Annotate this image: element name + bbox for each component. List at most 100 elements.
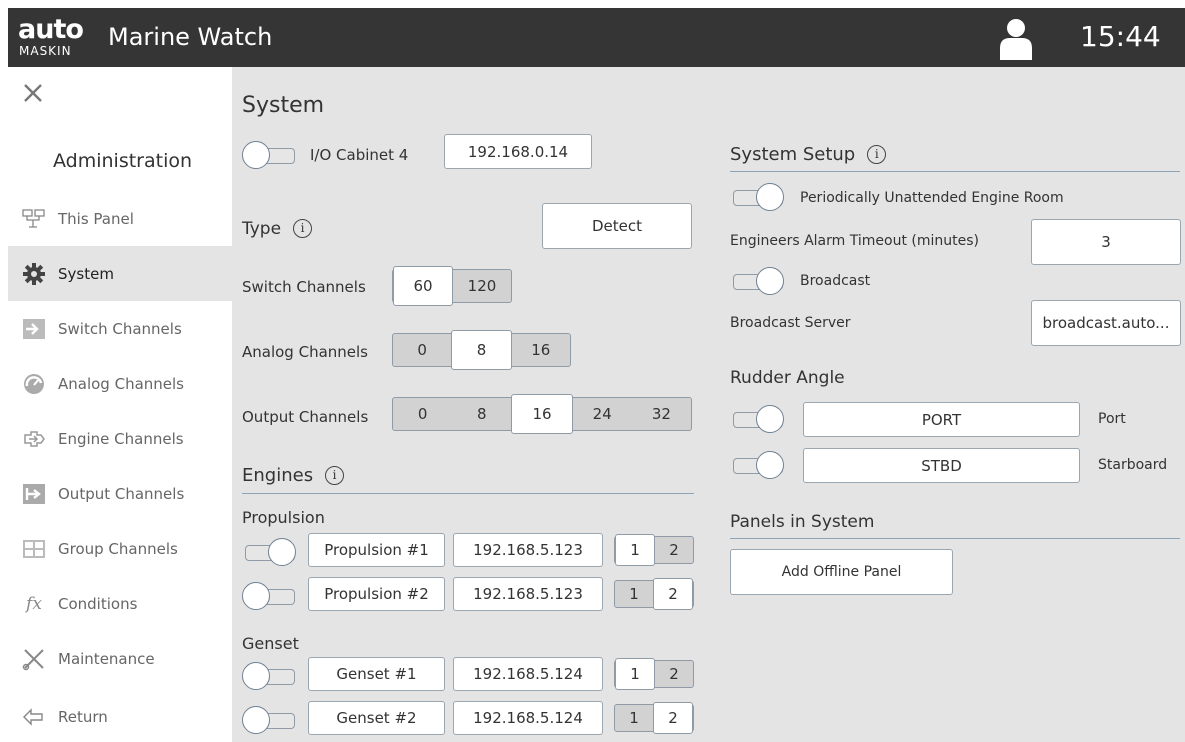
- broadcast-toggle[interactable]: [730, 266, 784, 296]
- output-channels-option[interactable]: 0: [393, 398, 452, 430]
- engine-name-field[interactable]: Genset #2: [308, 701, 445, 735]
- engine-unit-option[interactable]: 2: [655, 537, 693, 563]
- engine-unit-option[interactable]: 1: [615, 581, 653, 607]
- sidebar-item-switch-channels[interactable]: Switch Channels: [8, 301, 232, 356]
- sidebar-item-label: Conditions: [58, 594, 138, 613]
- rudder-stbd-toggle[interactable]: [730, 450, 784, 480]
- logo-subtext: MASKIN: [19, 44, 72, 58]
- engine-unit-selector: 1 2: [614, 578, 694, 610]
- gauge-icon: [22, 372, 46, 396]
- propulsion-2-toggle[interactable]: [242, 581, 296, 611]
- engine-unit-option[interactable]: 1: [615, 658, 655, 690]
- output-channels-option[interactable]: 32: [632, 398, 691, 430]
- cabinet-ip-field[interactable]: 192.168.0.14: [444, 134, 592, 169]
- engine-ip-field[interactable]: 192.168.5.124: [453, 701, 603, 735]
- info-icon[interactable]: i: [293, 219, 313, 238]
- clock: 15:44: [1080, 20, 1161, 53]
- user-icon[interactable]: [998, 18, 1034, 60]
- engine-ip-field[interactable]: 192.168.5.124: [453, 657, 603, 691]
- main-content: System I/O Cabinet 4 192.168.0.14 Type i …: [232, 67, 1185, 742]
- engine-unit-option[interactable]: 2: [653, 578, 693, 610]
- analog-channels-option[interactable]: 0: [393, 334, 451, 366]
- engine-unit-option[interactable]: 1: [615, 534, 655, 566]
- analog-channels-option[interactable]: 16: [512, 334, 570, 366]
- broadcast-server-field[interactable]: broadcast.auto...: [1031, 300, 1181, 346]
- output-channels-selector: 0 8 16 24 32: [392, 394, 692, 434]
- cabinet-label: I/O Cabinet 4: [310, 146, 409, 164]
- sidebar-item-maintenance[interactable]: Maintenance: [8, 631, 232, 686]
- output-channels-option[interactable]: 8: [452, 398, 511, 430]
- page-title: System: [242, 93, 325, 118]
- propulsion-label: Propulsion: [242, 508, 325, 527]
- engine-icon: [22, 427, 46, 451]
- rudder-stbd-field[interactable]: STBD: [803, 448, 1080, 483]
- engine-name-field[interactable]: Propulsion #1: [308, 533, 445, 567]
- sidebar-item-label: This Panel: [58, 209, 134, 228]
- type-heading: Type i: [242, 219, 313, 239]
- alarm-timeout-field[interactable]: 3: [1031, 219, 1181, 265]
- alarm-timeout-label: Engineers Alarm Timeout (minutes): [730, 233, 979, 249]
- switch-channels-option[interactable]: 120: [453, 270, 511, 302]
- sidebar-item-label: Maintenance: [58, 649, 155, 668]
- engine-name-field[interactable]: Genset #1: [308, 657, 445, 691]
- engine-unit-option[interactable]: 2: [655, 661, 693, 687]
- analog-channels-option[interactable]: 8: [451, 330, 512, 370]
- app-title: Marine Watch: [108, 23, 273, 51]
- sidebar-item-label: Group Channels: [58, 539, 178, 558]
- sidebar-item-conditions[interactable]: fx Conditions: [8, 576, 232, 631]
- switch-channels-label: Switch Channels: [242, 278, 366, 296]
- info-icon[interactable]: i: [325, 466, 345, 485]
- detect-button[interactable]: Detect: [542, 203, 692, 249]
- engine-unit-selector: 1 2: [614, 658, 694, 690]
- switch-icon: [22, 317, 46, 341]
- panels-heading: Panels in System: [730, 512, 875, 532]
- engine-unit-selector: 1 2: [614, 702, 694, 734]
- engine-ip-field[interactable]: 192.168.5.123: [453, 533, 603, 567]
- close-icon[interactable]: [21, 81, 45, 105]
- unattended-label: Periodically Unattended Engine Room: [800, 190, 1064, 206]
- sidebar-item-return[interactable]: Return: [8, 689, 232, 742]
- output-channels-option[interactable]: 24: [573, 398, 632, 430]
- sidebar-item-analog-channels[interactable]: Analog Channels: [8, 356, 232, 411]
- info-icon[interactable]: i: [867, 145, 887, 164]
- output-icon: [22, 482, 46, 506]
- rudder-port-toggle[interactable]: [730, 404, 784, 434]
- cabinet-toggle[interactable]: [242, 140, 296, 170]
- engine-unit-selector: 1 2: [614, 534, 694, 566]
- add-offline-panel-button[interactable]: Add Offline Panel: [730, 549, 953, 595]
- sidebar-item-label: Output Channels: [58, 484, 185, 503]
- sidebar-item-engine-channels[interactable]: Engine Channels: [8, 411, 232, 466]
- output-channels-option[interactable]: 16: [511, 394, 573, 434]
- output-channels-label: Output Channels: [242, 408, 369, 426]
- engine-unit-option[interactable]: 1: [615, 705, 653, 731]
- rudder-port-label: Port: [1098, 411, 1126, 427]
- gear-icon: [22, 262, 46, 286]
- panel-icon: [22, 207, 46, 231]
- rudder-stbd-label: Starboard: [1098, 457, 1168, 473]
- top-bar: auto MASKIN Marine Watch 15:44: [8, 8, 1185, 67]
- sidebar: Administration This Panel System Switch …: [8, 67, 232, 742]
- unattended-toggle[interactable]: [730, 182, 784, 212]
- divider: [242, 493, 694, 494]
- engine-name-field[interactable]: Propulsion #2: [308, 577, 445, 611]
- sidebar-item-label: Engine Channels: [58, 429, 184, 448]
- sidebar-item-label: Return: [58, 707, 108, 726]
- return-icon: [22, 705, 46, 729]
- genset-label: Genset: [242, 634, 299, 653]
- engine-unit-option[interactable]: 2: [653, 702, 693, 734]
- divider: [730, 538, 1180, 539]
- divider: [730, 171, 1180, 172]
- sidebar-item-output-channels[interactable]: Output Channels: [8, 466, 232, 521]
- genset-1-toggle[interactable]: [242, 661, 296, 691]
- engines-title: Engines: [242, 465, 314, 486]
- analog-channels-label: Analog Channels: [242, 343, 368, 361]
- genset-2-toggle[interactable]: [242, 705, 296, 735]
- auto-maskin-logo: auto MASKIN: [18, 16, 96, 60]
- switch-channels-option[interactable]: 60: [393, 266, 453, 306]
- rudder-port-field[interactable]: PORT: [803, 402, 1080, 437]
- engine-ip-field[interactable]: 192.168.5.123: [453, 577, 603, 611]
- propulsion-1-toggle[interactable]: [242, 537, 296, 567]
- sidebar-item-this-panel[interactable]: This Panel: [8, 191, 232, 246]
- sidebar-item-system[interactable]: System: [8, 246, 232, 301]
- sidebar-item-group-channels[interactable]: Group Channels: [8, 521, 232, 576]
